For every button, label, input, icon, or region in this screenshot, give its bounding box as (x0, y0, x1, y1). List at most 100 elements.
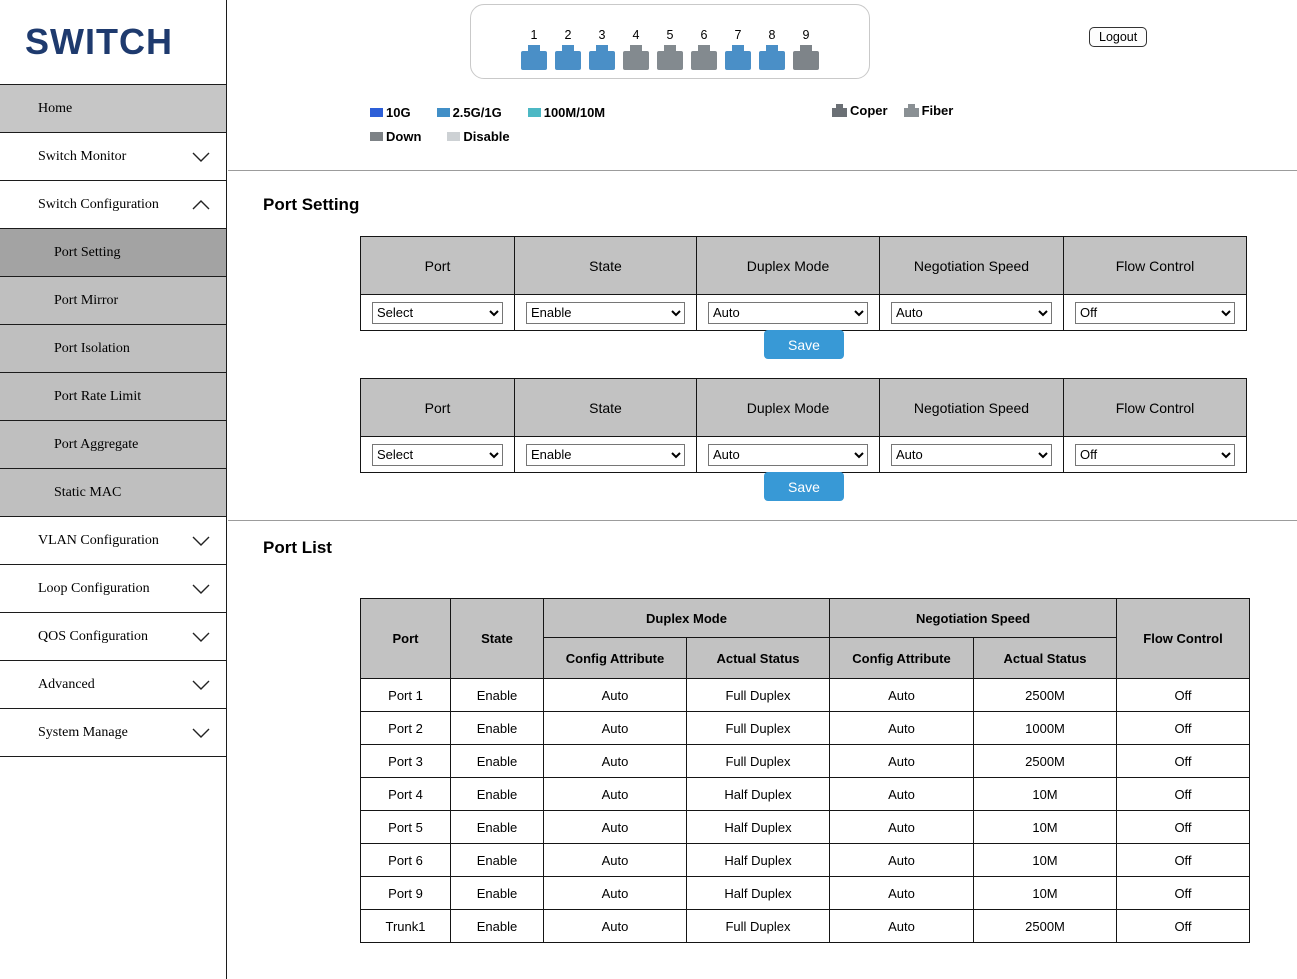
sidebar-item-label: Port Isolation (54, 340, 130, 356)
cell-duplex-config: Auto (543, 678, 687, 712)
state-select[interactable]: Enable (526, 301, 685, 324)
chevron-down-icon (192, 152, 210, 162)
flow-control-select[interactable]: Off (1075, 301, 1235, 324)
legend-item-10g: 10G (370, 105, 411, 120)
cell-flow-control: Off (1116, 843, 1250, 877)
logout-button[interactable]: Logout (1089, 27, 1148, 47)
negotiation-speed-select[interactable]: Auto (891, 301, 1052, 324)
cell-port: Port 1 (360, 678, 451, 712)
column-header-state: State (514, 378, 697, 437)
cell-flow-control: Off (1116, 810, 1250, 844)
sidebar-item-home[interactable]: Home (0, 85, 226, 133)
column-header-duplex-config-attribute: Config Attribute (543, 637, 687, 679)
section-divider (228, 520, 1297, 521)
cell-duplex-actual: Half Duplex (686, 777, 830, 811)
negotiation-speed-select[interactable]: Auto (891, 443, 1052, 466)
port-indicator[interactable]: 2 (555, 28, 581, 70)
chevron-down-icon (192, 728, 210, 738)
cell-speed-actual: 2500M (973, 744, 1117, 778)
column-header-duplex-actual-status: Actual Status (686, 637, 830, 679)
cell-flow-control: Off (1116, 711, 1250, 745)
port-setting-form-2: Port State Duplex Mode Negotiation Speed… (360, 378, 1247, 473)
sidebar-item-switch-configuration[interactable]: Switch Configuration (0, 181, 226, 229)
copper-port-icon (832, 104, 847, 117)
sidebar-item-port-mirror[interactable]: Port Mirror (0, 277, 226, 325)
save-button[interactable]: Save (764, 330, 844, 359)
port-icon (759, 45, 785, 70)
port-number: 1 (530, 28, 538, 42)
sidebar-item-loop-configuration[interactable]: Loop Configuration (0, 565, 226, 613)
sidebar-item-port-aggregate[interactable]: Port Aggregate (0, 421, 226, 469)
sidebar-item-label: VLAN Configuration (38, 532, 159, 548)
cell-speed-config: Auto (829, 711, 974, 745)
cell-duplex-config: Auto (543, 876, 687, 910)
duplex-mode-select[interactable]: Auto (708, 301, 868, 324)
port-number: 7 (734, 28, 742, 42)
sidebar-item-qos-configuration[interactable]: QOS Configuration (0, 613, 226, 661)
cell-speed-actual: 2500M (973, 909, 1117, 943)
sidebar-item-label: System Manage (38, 724, 128, 740)
port-indicator[interactable]: 7 (725, 28, 751, 70)
sidebar-item-switch-monitor[interactable]: Switch Monitor (0, 133, 226, 181)
port-indicator[interactable]: 3 (589, 28, 615, 70)
cell-speed-actual: 1000M (973, 711, 1117, 745)
legend-item-fiber: Fiber (903, 103, 953, 118)
sidebar-item-port-setting[interactable]: Port Setting (0, 229, 226, 277)
port-indicator[interactable]: 6 (691, 28, 717, 70)
port-number: 4 (632, 28, 640, 42)
cell-state: Enable (450, 810, 544, 844)
column-header-flow-control: Flow Control (1116, 598, 1250, 679)
sidebar-item-advanced[interactable]: Advanced (0, 661, 226, 709)
cell-speed-actual: 10M (973, 876, 1117, 910)
port-indicator[interactable]: 5 (657, 28, 683, 70)
chevron-up-icon (192, 199, 210, 210)
sidebar-item-label: Advanced (38, 676, 95, 692)
port-icon (725, 45, 751, 70)
cell-duplex-actual: Full Duplex (686, 744, 830, 778)
cell-port: Port 3 (360, 744, 451, 778)
save-button[interactable]: Save (764, 472, 844, 501)
port-number: 8 (768, 28, 776, 42)
port-icon (691, 45, 717, 70)
column-header-negotiation-speed: Negotiation Speed (879, 378, 1064, 437)
sidebar-item-label: Switch Configuration (38, 196, 159, 212)
column-header-state: State (514, 236, 697, 295)
sidebar-item-label: Port Aggregate (54, 436, 139, 452)
port-icon (521, 45, 547, 70)
cell-duplex-actual: Half Duplex (686, 876, 830, 910)
port-select[interactable]: Select (372, 301, 503, 324)
column-header-flow-control: Flow Control (1063, 378, 1247, 437)
sidebar-item-port-isolation[interactable]: Port Isolation (0, 325, 226, 373)
cell-duplex-actual: Half Duplex (686, 810, 830, 844)
cell-port: Port 6 (360, 843, 451, 877)
cell-speed-config: Auto (829, 678, 974, 712)
sidebar-menu: Home Switch Monitor Switch Configuration… (0, 84, 226, 757)
port-indicator[interactable]: 9 (793, 28, 819, 70)
sidebar-item-port-rate-limit[interactable]: Port Rate Limit (0, 373, 226, 421)
cell-speed-actual: 2500M (973, 678, 1117, 712)
sidebar-item-static-mac[interactable]: Static MAC (0, 469, 226, 517)
legend-speed-row: 10G 2.5G/1G 100M/10M (370, 105, 605, 120)
cell-state: Enable (450, 876, 544, 910)
sidebar-item-vlan-configuration[interactable]: VLAN Configuration (0, 517, 226, 565)
state-select[interactable]: Enable (526, 443, 685, 466)
legend-label: 10G (386, 105, 411, 120)
port-select[interactable]: Select (372, 443, 503, 466)
port-number: 6 (700, 28, 708, 42)
sidebar-item-system-manage[interactable]: System Manage (0, 709, 226, 757)
duplex-mode-select[interactable]: Auto (708, 443, 868, 466)
sidebar-item-label: Static MAC (54, 484, 122, 500)
table-row: Trunk1 Enable Auto Full Duplex Auto 2500… (360, 909, 1250, 943)
cell-speed-actual: 10M (973, 810, 1117, 844)
port-indicator[interactable]: 8 (759, 28, 785, 70)
cell-duplex-config: Auto (543, 711, 687, 745)
port-indicator[interactable]: 1 (521, 28, 547, 70)
flow-control-select[interactable]: Off (1075, 443, 1235, 466)
cell-state: Enable (450, 678, 544, 712)
table-row: Port 4 Enable Auto Half Duplex Auto 10M … (360, 777, 1250, 811)
port-setting-form-1: Port State Duplex Mode Negotiation Speed… (360, 236, 1247, 331)
port-indicator[interactable]: 4 (623, 28, 649, 70)
cell-flow-control: Off (1116, 777, 1250, 811)
sidebar: SWITCH Home Switch Monitor Switch Config… (0, 0, 227, 979)
column-header-negotiation-speed: Negotiation Speed (829, 598, 1117, 638)
